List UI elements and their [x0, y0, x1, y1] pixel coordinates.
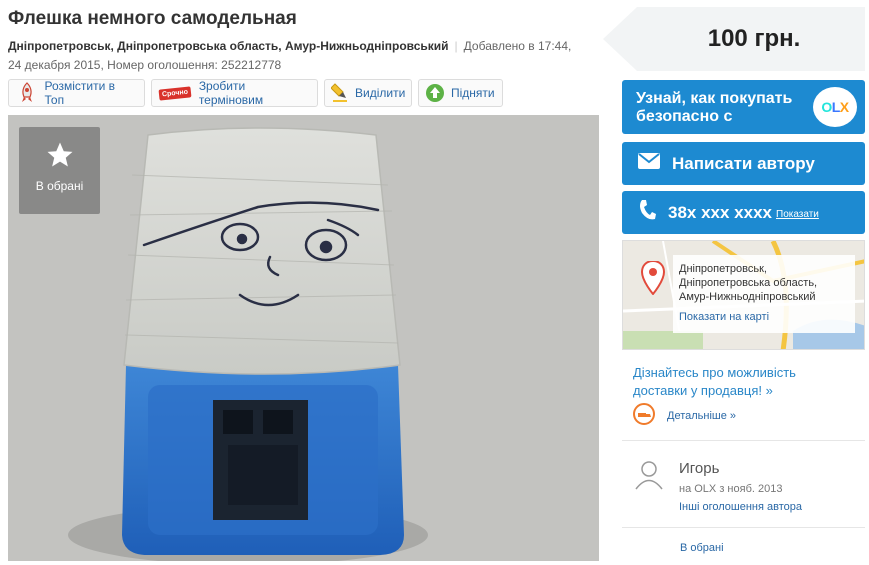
- promo-toolbar: Розмістити в Топ Срочно Зробити термінов…: [8, 79, 503, 107]
- listing-photo[interactable]: В обрані: [8, 115, 599, 561]
- price-box: 100 грн.: [603, 7, 865, 71]
- make-urgent-label: Зробити терміновим: [198, 79, 264, 107]
- urgent-badge-icon: Срочно: [158, 82, 193, 104]
- map-pin-icon: [640, 259, 666, 300]
- map-address-line1: Дніпропетровськ,: [679, 263, 767, 275]
- olx-logo: OLX: [813, 87, 857, 127]
- divider: [622, 440, 865, 441]
- highlight-button[interactable]: Виділити: [324, 79, 412, 107]
- urgent-badge: Срочно: [158, 85, 192, 101]
- star-icon: [19, 140, 100, 175]
- add-to-favorites-link[interactable]: В обрані: [680, 542, 724, 554]
- marker-icon: [331, 82, 349, 104]
- place-top-button[interactable]: Розмістити в Топ: [8, 79, 145, 107]
- listing-title: Флешка немного самодельная: [8, 8, 297, 29]
- map-address-line3: Амур-Нижньодніпровський: [679, 291, 816, 303]
- rocket-icon: [15, 82, 39, 104]
- make-urgent-button[interactable]: Срочно Зробити терміновим: [151, 79, 318, 107]
- listing-meta: Дніпропетровськ, Дніпропетровська област…: [8, 37, 603, 75]
- seller-name: Игорь: [679, 460, 720, 477]
- message-author-button[interactable]: Написати автору: [622, 142, 865, 185]
- delivery-details: Детальніше »: [633, 403, 736, 428]
- raise-up-icon: [425, 82, 445, 104]
- delivery-info-link[interactable]: Дізнайтесь про можливість доставки у про…: [633, 364, 853, 400]
- highlight-label: Виділити: [355, 86, 406, 100]
- meta-separator: |: [454, 39, 458, 53]
- listing-page: Флешка немного самодельная Дніпропетровс…: [0, 0, 869, 565]
- message-author-label: Написати автору: [672, 153, 815, 173]
- seller-other-ads-link[interactable]: Інші оголошення автора: [679, 501, 802, 513]
- phone-icon: [638, 199, 656, 226]
- show-phone-link[interactable]: Показати: [776, 209, 819, 220]
- seller-since: на OLX з нояб. 2013: [679, 483, 783, 495]
- phone-button[interactable]: 38x xxx xxxx Показати: [622, 191, 865, 234]
- seller-block: Игорь на OLX з нояб. 2013 Інші оголошенн…: [633, 456, 865, 520]
- place-top-label: Розмістити в Топ: [44, 79, 116, 107]
- raise-label: Підняти: [451, 86, 495, 100]
- listing-date-id: 24 декабря 2015, Номер оголошення: 25221…: [8, 58, 282, 72]
- map-address: Дніпропетровськ, Дніпропетровська област…: [679, 262, 817, 324]
- raise-button[interactable]: Підняти: [418, 79, 503, 107]
- envelope-icon: [638, 153, 660, 174]
- listing-location[interactable]: Дніпропетровськ, Дніпропетровська област…: [8, 39, 449, 53]
- show-on-map-link[interactable]: Показати на карті: [679, 310, 817, 324]
- location-map[interactable]: Дніпропетровськ, Дніпропетровська област…: [622, 240, 865, 350]
- favorite-label: В обрані: [35, 179, 84, 193]
- map-address-line2: Дніпропетровська область,: [679, 277, 818, 289]
- price: 100 грн.: [707, 25, 801, 52]
- listing-added-time: Добавлено в 17:44,: [463, 39, 572, 53]
- add-favorite-button[interactable]: В обрані: [19, 127, 100, 214]
- how-to-buy-safely-button[interactable]: Узнай, как покупать безопасно с OLX: [622, 80, 865, 134]
- phone-number: 38x xxx xxxx: [668, 202, 772, 222]
- divider: [622, 527, 865, 528]
- details-link[interactable]: Детальніше »: [667, 410, 736, 422]
- user-avatar-icon: [633, 458, 665, 495]
- delivery-truck-icon: [633, 403, 657, 428]
